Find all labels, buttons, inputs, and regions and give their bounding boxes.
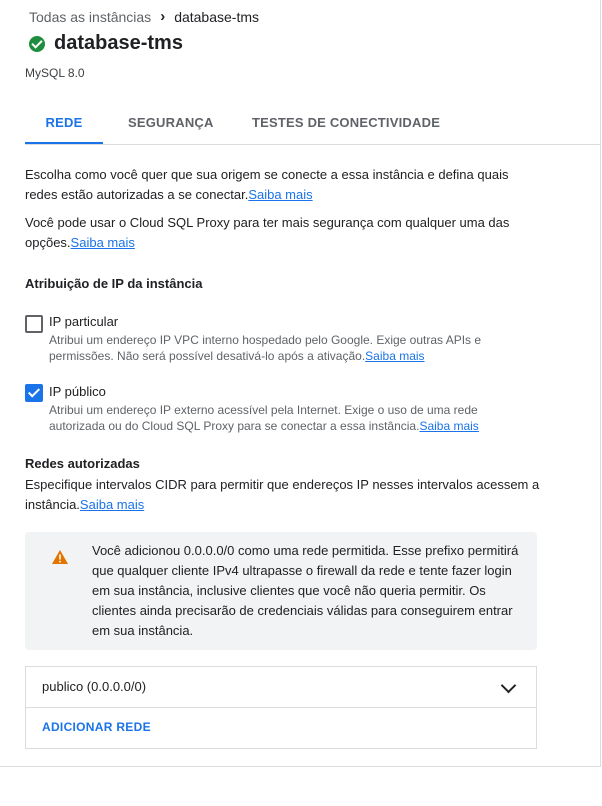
tab-bar: REDE SEGURANÇA TESTES DE CONECTIVIDADE bbox=[25, 104, 600, 145]
page-title: database-tms bbox=[54, 32, 183, 54]
tab-rede[interactable]: REDE bbox=[25, 104, 103, 144]
breadcrumb-current: database-tms bbox=[174, 8, 260, 25]
instance-version: MySQL 8.0 bbox=[25, 66, 85, 80]
private-ip-checkbox[interactable] bbox=[25, 315, 43, 333]
authorized-networks-title: Redes autorizadas bbox=[25, 456, 140, 471]
public-ip-description: Atribui um endereço IP externo acessível… bbox=[49, 402, 519, 434]
proxy-text: Você pode usar o Cloud SQL Proxy para te… bbox=[25, 213, 540, 253]
authorized-networks-text: Especifique intervalos CIDR para permiti… bbox=[25, 475, 540, 515]
warning-icon bbox=[52, 550, 68, 564]
warning-alert: Você adicionou 0.0.0.0/0 como uma rede p… bbox=[25, 532, 537, 650]
public-ip-label[interactable]: IP público bbox=[49, 384, 106, 399]
network-row-label: publico (0.0.0.0/0) bbox=[42, 679, 147, 694]
authorized-learn-more-link[interactable]: Saiba mais bbox=[80, 497, 144, 512]
tab-seguranca[interactable]: SEGURANÇA bbox=[128, 104, 214, 142]
breadcrumb-parent-link[interactable]: Todas as instâncias bbox=[29, 9, 151, 25]
network-row-publico[interactable]: publico (0.0.0.0/0) bbox=[26, 667, 536, 708]
add-network-button[interactable]: ADICIONAR REDE bbox=[42, 720, 151, 734]
ip-assignment-title: Atribuição de IP da instância bbox=[25, 276, 203, 291]
chevron-right-icon: › bbox=[160, 8, 166, 25]
chevron-down-icon[interactable] bbox=[500, 677, 517, 694]
public-ip-learn-more-link[interactable]: Saiba mais bbox=[419, 419, 478, 433]
private-ip-label[interactable]: IP particular bbox=[49, 314, 118, 329]
content-frame: Todas as instâncias › database-tms datab… bbox=[0, 0, 601, 767]
intro-learn-more-link[interactable]: Saiba mais bbox=[248, 187, 312, 202]
public-ip-checkbox[interactable] bbox=[25, 384, 43, 402]
authorized-networks-panel: publico (0.0.0.0/0) ADICIONAR REDE bbox=[25, 666, 537, 749]
proxy-learn-more-link[interactable]: Saiba mais bbox=[71, 235, 135, 250]
warning-alert-text: Você adicionou 0.0.0.0/0 como uma rede p… bbox=[92, 543, 519, 638]
intro-text: Escolha como você quer que sua origem se… bbox=[25, 165, 540, 205]
public-ip-desc-text: Atribui um endereço IP externo acessível… bbox=[49, 403, 478, 433]
breadcrumb: Todas as instâncias › database-tms bbox=[29, 8, 259, 25]
tab-testes-conectividade[interactable]: TESTES DE CONECTIVIDADE bbox=[252, 104, 440, 142]
private-ip-description: Atribui um endereço IP VPC interno hospe… bbox=[49, 332, 519, 364]
check-circle-icon bbox=[29, 35, 45, 52]
private-ip-learn-more-link[interactable]: Saiba mais bbox=[365, 349, 424, 363]
title-row: database-tms bbox=[29, 32, 183, 55]
